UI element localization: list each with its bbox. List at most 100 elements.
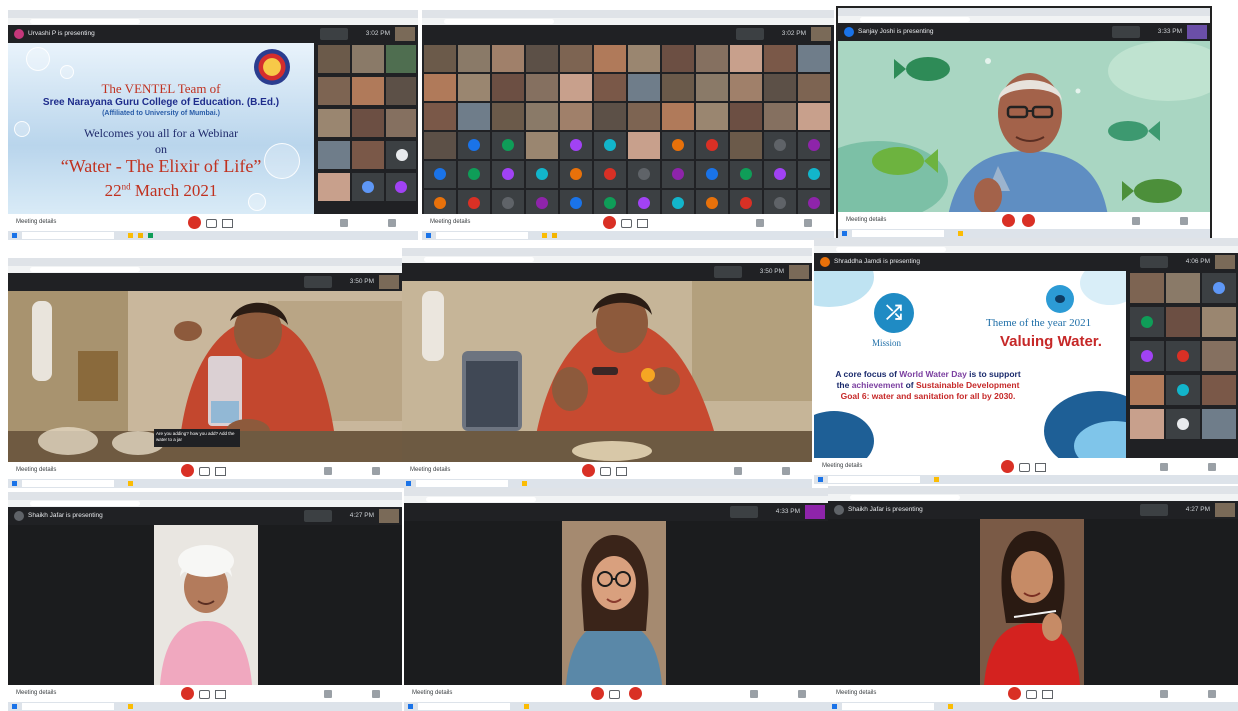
participant-tile[interactable] bbox=[526, 190, 558, 214]
participant-tile[interactable] bbox=[764, 74, 796, 101]
chat-icon[interactable] bbox=[798, 690, 806, 698]
present-now-icon[interactable] bbox=[1160, 690, 1168, 698]
chrome-icon[interactable] bbox=[934, 477, 939, 482]
self-view-thumbnail[interactable] bbox=[805, 505, 825, 519]
meeting-details-button[interactable]: Meeting details bbox=[16, 219, 56, 225]
participant-tile[interactable] bbox=[492, 74, 524, 101]
start-icon[interactable] bbox=[832, 704, 837, 709]
present-now-icon[interactable] bbox=[340, 219, 348, 227]
participant-tile[interactable] bbox=[730, 161, 762, 188]
microphone-icon[interactable] bbox=[1000, 460, 1014, 473]
microphone-icon[interactable] bbox=[1001, 214, 1015, 227]
participant-tile[interactable] bbox=[594, 161, 626, 188]
participant-tile[interactable] bbox=[492, 161, 524, 188]
participant-tile[interactable] bbox=[352, 173, 384, 201]
start-icon[interactable] bbox=[818, 477, 823, 482]
participant-tile[interactable] bbox=[696, 45, 728, 72]
participant-tile[interactable] bbox=[1202, 307, 1236, 337]
captions-icon[interactable] bbox=[222, 219, 234, 228]
meeting-details-button[interactable]: Meeting details bbox=[846, 217, 886, 223]
participant-tile[interactable] bbox=[318, 77, 350, 105]
participant-tile[interactable] bbox=[386, 45, 416, 73]
meeting-details-button[interactable]: Meeting details bbox=[822, 463, 862, 469]
edge-icon[interactable] bbox=[148, 233, 153, 238]
chat-icon[interactable] bbox=[1208, 690, 1216, 698]
participant-tile[interactable] bbox=[526, 74, 558, 101]
participant-tile[interactable] bbox=[560, 103, 592, 130]
chrome-icon[interactable] bbox=[524, 704, 529, 709]
chat-icon[interactable] bbox=[372, 690, 380, 698]
captions-icon[interactable] bbox=[637, 219, 649, 228]
participant-tile[interactable] bbox=[730, 74, 762, 101]
participant-tile[interactable] bbox=[492, 190, 524, 214]
participant-tile[interactable] bbox=[594, 45, 626, 72]
chat-icon[interactable] bbox=[1180, 217, 1188, 225]
microphone-icon[interactable] bbox=[590, 687, 604, 700]
participant-tile[interactable] bbox=[318, 109, 350, 137]
self-view-thumbnail[interactable] bbox=[379, 509, 399, 523]
chat-icon[interactable] bbox=[388, 219, 396, 227]
start-icon[interactable] bbox=[12, 481, 17, 486]
pinned-participant[interactable] bbox=[1140, 504, 1168, 516]
taskbar-search[interactable] bbox=[22, 480, 114, 487]
participant-tile[interactable] bbox=[458, 103, 490, 130]
taskbar-search[interactable] bbox=[852, 230, 944, 237]
chrome-icon[interactable] bbox=[522, 481, 527, 486]
participant-tile[interactable] bbox=[352, 109, 384, 137]
present-now-icon[interactable] bbox=[324, 690, 332, 698]
participant-tile[interactable] bbox=[798, 103, 830, 130]
participant-tile[interactable] bbox=[764, 161, 796, 188]
captions-icon[interactable] bbox=[1034, 463, 1046, 472]
participant-tile[interactable] bbox=[1166, 307, 1200, 337]
microphone-icon[interactable] bbox=[582, 464, 596, 477]
participant-tile[interactable] bbox=[798, 45, 830, 72]
taskbar-search[interactable] bbox=[842, 703, 934, 710]
participant-tile[interactable] bbox=[424, 74, 456, 101]
camera-icon[interactable] bbox=[621, 219, 633, 228]
participant-tile[interactable] bbox=[386, 173, 416, 201]
folder-icon[interactable] bbox=[552, 233, 557, 238]
participant-tile[interactable] bbox=[628, 132, 660, 159]
captions-icon[interactable] bbox=[215, 467, 227, 476]
participant-tile[interactable] bbox=[730, 45, 762, 72]
chat-icon[interactable] bbox=[782, 467, 790, 475]
camera-icon[interactable] bbox=[1026, 690, 1038, 699]
taskbar-search[interactable] bbox=[436, 232, 528, 239]
participant-tile[interactable] bbox=[1166, 341, 1200, 371]
participant-tile[interactable] bbox=[526, 45, 558, 72]
participant-tile[interactable] bbox=[1130, 375, 1164, 405]
participant-tile[interactable] bbox=[594, 103, 626, 130]
participant-tile[interactable] bbox=[594, 190, 626, 214]
end-call-icon[interactable] bbox=[628, 687, 642, 700]
meeting-details-button[interactable]: Meeting details bbox=[412, 690, 452, 696]
participant-tile[interactable] bbox=[696, 190, 728, 214]
captions-icon[interactable] bbox=[215, 690, 227, 699]
participant-tile[interactable] bbox=[696, 103, 728, 130]
participant-tile[interactable] bbox=[594, 74, 626, 101]
pinned-participant[interactable] bbox=[736, 28, 764, 40]
microphone-icon[interactable] bbox=[1008, 687, 1022, 700]
participant-tile[interactable] bbox=[458, 74, 490, 101]
participant-tile[interactable] bbox=[526, 103, 558, 130]
participant-tile[interactable] bbox=[1130, 341, 1164, 371]
start-icon[interactable] bbox=[426, 233, 431, 238]
participant-tile[interactable] bbox=[1130, 409, 1164, 439]
participant-tile[interactable] bbox=[458, 45, 490, 72]
chrome-icon[interactable] bbox=[542, 233, 547, 238]
captions-icon[interactable] bbox=[1042, 690, 1054, 699]
participant-tile[interactable] bbox=[318, 141, 350, 169]
camera-icon[interactable] bbox=[199, 467, 211, 476]
camera-icon[interactable] bbox=[608, 690, 620, 699]
microphone-icon[interactable] bbox=[181, 687, 195, 700]
chrome-icon[interactable] bbox=[958, 231, 963, 236]
folder-icon[interactable] bbox=[138, 233, 143, 238]
participant-tile[interactable] bbox=[730, 103, 762, 130]
self-view-thumbnail[interactable] bbox=[1215, 255, 1235, 269]
participant-tile[interactable] bbox=[560, 190, 592, 214]
participant-tile[interactable] bbox=[628, 190, 660, 214]
participant-tile[interactable] bbox=[1130, 307, 1164, 337]
participant-tile[interactable] bbox=[798, 132, 830, 159]
captions-icon[interactable] bbox=[616, 467, 628, 476]
participant-tile[interactable] bbox=[628, 103, 660, 130]
chrome-icon[interactable] bbox=[948, 704, 953, 709]
